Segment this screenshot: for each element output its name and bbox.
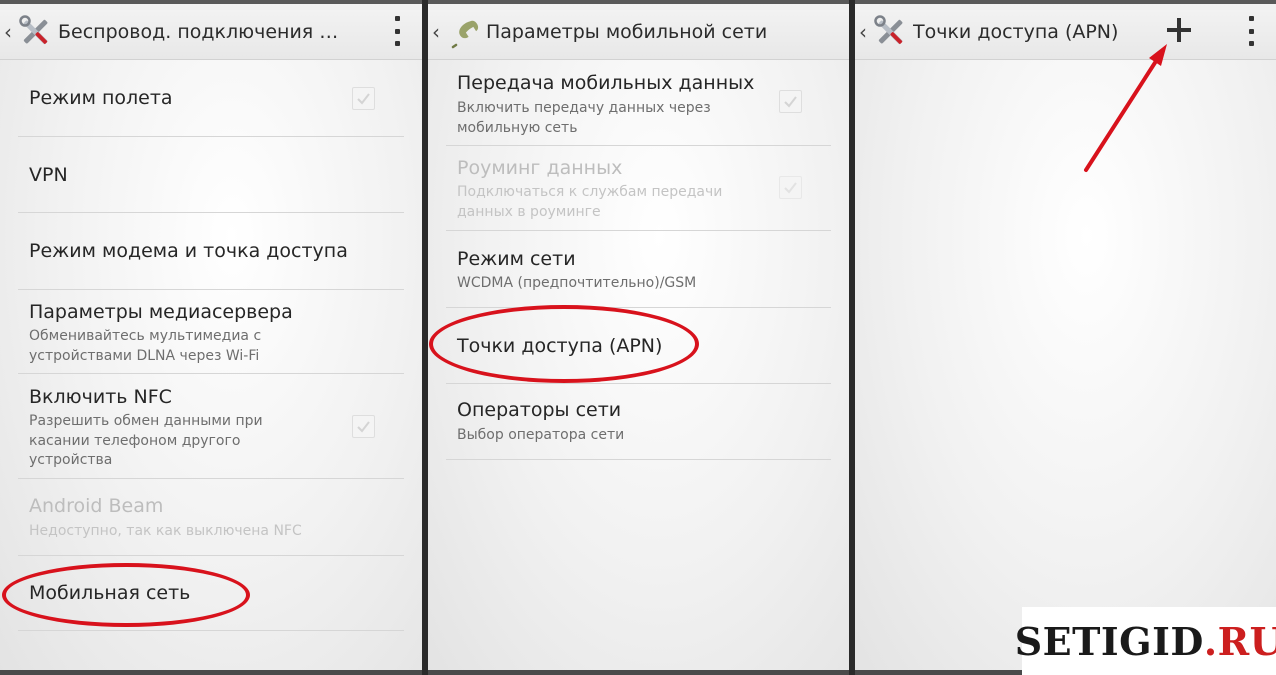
check-icon — [784, 182, 797, 194]
nav-strip — [428, 670, 849, 675]
item-title: Режим модема и точка доступа — [29, 240, 348, 262]
highlight-ellipse — [2, 563, 250, 627]
page-title: Беспровод. подключения и... — [58, 20, 348, 43]
phone-handset-icon[interactable] — [446, 14, 482, 50]
item-subtitle: Подключаться к службам передачи данных в… — [457, 184, 723, 220]
nav-strip — [0, 670, 422, 675]
item-subtitle: WCDMA (предпочтительно)/GSM — [457, 275, 697, 291]
watermark-dot: . — [1203, 618, 1218, 664]
nfc-checkbox[interactable] — [352, 415, 375, 438]
item-title: Роуминг данных — [457, 157, 623, 179]
site-watermark: SETIGID. RU — [1015, 607, 1276, 675]
check-icon — [357, 421, 370, 433]
list-item-network-mode[interactable]: Режим сети WCDMA (предпочтительно)/GSM — [446, 231, 831, 308]
item-title: Режим полета — [29, 87, 173, 109]
overflow-menu-icon[interactable] — [392, 16, 402, 46]
item-subtitle: Недоступно, так как выключена NFC — [29, 523, 302, 539]
item-subtitle: Включить передачу данных через мобильную… — [457, 100, 711, 136]
action-bar: ‹ Беспровод. подключения и... — [0, 4, 422, 60]
item-title: Параметры медиасервера — [29, 301, 293, 323]
list-item-android-beam: Android Beam Недоступно, так как выключе… — [18, 479, 404, 556]
action-bar: ‹ Параметры мобильной сети — [428, 4, 849, 60]
item-title: Включить NFC — [29, 386, 172, 408]
item-title: Android Beam — [29, 495, 164, 517]
check-icon — [784, 96, 797, 108]
wireless-settings-screen: ‹ Беспровод. подключения и... Режим поле… — [0, 0, 422, 675]
watermark-main: SETIGID — [1014, 618, 1204, 664]
list-item-tethering[interactable]: Режим модема и точка доступа — [18, 213, 404, 290]
airplane-mode-checkbox[interactable] — [352, 87, 375, 110]
item-subtitle: Обменивайтесь мультимедиа с устройствами… — [29, 328, 262, 364]
mobile-data-checkbox[interactable] — [779, 90, 802, 113]
chevron-left-icon[interactable]: ‹ — [432, 22, 444, 42]
item-subtitle: Разрешить обмен данными при касании теле… — [29, 413, 263, 468]
list-item-mobile-data[interactable]: Передача мобильных данных Включить перед… — [446, 61, 831, 146]
item-title: Передача мобильных данных — [457, 72, 755, 94]
access-points-screen: ‹ Точки доступа (APN) — [855, 0, 1276, 675]
mobile-network-settings-screen: ‹ Параметры мобильной сети Передача моби… — [428, 0, 849, 675]
item-title: Операторы сети — [457, 399, 622, 421]
highlight-ellipse — [429, 305, 699, 383]
page-title: Параметры мобильной сети — [486, 20, 768, 43]
tools-icon[interactable] — [18, 14, 54, 50]
item-title: VPN — [29, 164, 68, 186]
list-item-data-roaming: Роуминг данных Подключаться к службам пе… — [446, 146, 831, 231]
watermark-tld: RU — [1217, 618, 1276, 664]
item-title: Режим сети — [457, 248, 576, 270]
list-item-media-server[interactable]: Параметры медиасервера Обменивайтесь мул… — [18, 290, 404, 374]
item-subtitle: Выбор оператора сети — [457, 427, 625, 443]
check-icon — [357, 93, 370, 105]
red-arrow-icon — [1084, 44, 1167, 172]
chevron-left-icon[interactable]: ‹ — [4, 22, 16, 42]
list-item-airplane-mode[interactable]: Режим полета — [18, 61, 404, 137]
list-item-network-operators[interactable]: Операторы сети Выбор оператора сети — [446, 384, 831, 460]
data-roaming-checkbox — [779, 176, 802, 199]
list-item-vpn[interactable]: VPN — [18, 137, 404, 213]
list-item-nfc[interactable]: Включить NFC Разрешить обмен данными при… — [18, 374, 404, 479]
